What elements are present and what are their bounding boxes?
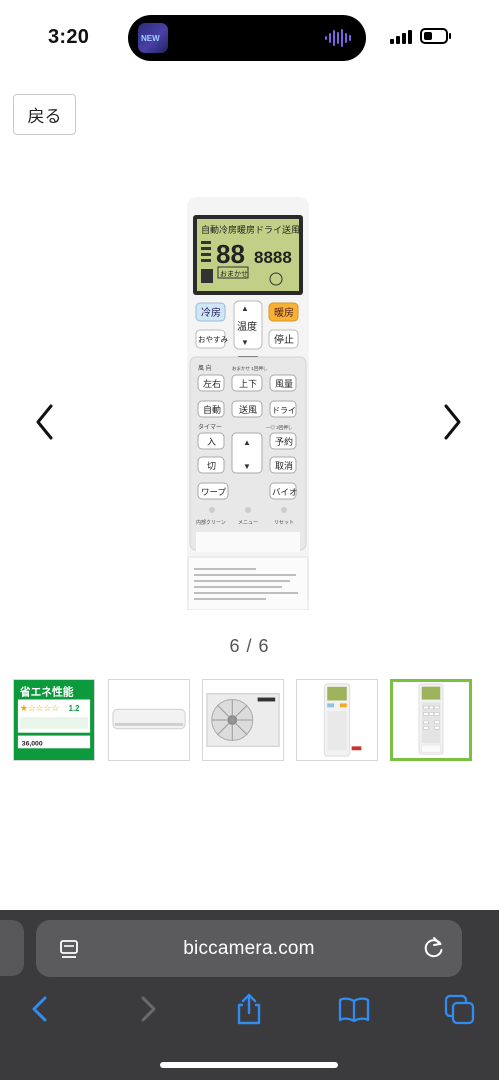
remote-stop-button: 停止 <box>274 333 294 346</box>
remote-cancel-button: 取消 <box>275 460 293 471</box>
forward-chevron-icon[interactable] <box>130 992 164 1026</box>
thumb-energy-price: 36,000 <box>22 740 43 747</box>
lcd-mode-text: 自動冷房暖房ドライ送風 <box>201 224 300 235</box>
remote-reset-label: リセット <box>274 520 294 526</box>
bookmarks-icon[interactable] <box>337 992 371 1026</box>
image-counter: 6 / 6 <box>229 636 270 656</box>
remote-direction-label: 風 向 <box>198 364 212 372</box>
remote-clean-label: 内部クリーン <box>196 519 226 526</box>
thumb-energy-title: 省エネ性能 <box>19 686 74 699</box>
svg-text:▼: ▼ <box>241 338 249 347</box>
thumbnail-remote-front[interactable] <box>296 679 378 761</box>
remote-bio-button: バイオ <box>272 487 298 497</box>
remote-volume-button: 風量 <box>275 379 293 389</box>
svg-text:▲: ▲ <box>241 304 249 313</box>
remote-dry-button: ドライ <box>272 406 296 415</box>
svg-text:▲: ▲ <box>243 438 251 447</box>
lcd-omakase: おまかせ <box>220 270 248 278</box>
artwork-text: NEW <box>141 34 160 43</box>
lcd-temp-digits: 88 <box>216 239 245 269</box>
remote-warp-button: ワープ <box>201 487 226 497</box>
remote-menu-label: メニュー <box>238 520 258 526</box>
status-time: 3:20 <box>48 26 90 48</box>
remote-updown-button: 上下 <box>239 379 257 389</box>
thumbnail-energy-label[interactable]: 省エネ性能 ★☆☆☆☆ 1.2 36,000 <box>13 679 95 761</box>
cellular-signal-icon <box>390 30 412 44</box>
lcd-clock-digits: 8888 <box>254 248 292 267</box>
browser-toolbar: biccamera.com <box>0 910 499 1080</box>
dynamic-island[interactable]: NEW <box>128 15 366 61</box>
remote-sleep-button: おやすみ <box>198 335 228 344</box>
remote-reserve-button: 予約 <box>275 436 293 447</box>
status-bar: 3:20 NEW <box>0 0 499 70</box>
remote-temp-label: 温度 <box>237 320 257 333</box>
product-image-remote: 自動冷房暖房ドライ送風 88 8888 おまかせ 冷房 暖房 ▲ 温度 ▼ おや… <box>187 197 309 610</box>
tabs-icon[interactable] <box>443 992 477 1026</box>
back-button[interactable]: 戻る <box>13 94 76 135</box>
thumb-energy-rating: 1.2 <box>69 704 81 713</box>
battery-icon <box>420 28 451 44</box>
previous-image-chevron-icon[interactable] <box>33 400 57 444</box>
previous-tab-peek[interactable] <box>0 920 24 976</box>
svg-text:▼: ▼ <box>243 462 251 471</box>
remote-timer-label: タイマー <box>198 423 222 431</box>
remote-fan-button: 送風 <box>239 404 257 415</box>
back-chevron-icon[interactable] <box>24 992 58 1026</box>
remote-leftright-button: 左右 <box>203 378 221 389</box>
thumbnail-indoor-unit[interactable] <box>108 679 190 761</box>
remote-timer-sublabel: —◎ 3回押し <box>266 424 293 431</box>
remote-cool-button: 冷房 <box>201 306 221 319</box>
next-image-chevron-icon[interactable] <box>440 400 464 444</box>
share-icon[interactable] <box>232 992 266 1026</box>
url-text: biccamera.com <box>183 938 315 959</box>
reload-icon[interactable] <box>422 936 446 960</box>
home-indicator[interactable] <box>160 1062 338 1068</box>
thumbnail-outdoor-unit[interactable] <box>202 679 284 761</box>
remote-on-button: 入 <box>207 437 216 447</box>
now-playing-artwork: NEW <box>138 23 168 53</box>
address-bar[interactable]: biccamera.com <box>36 920 462 977</box>
audio-waveform-icon <box>325 29 351 47</box>
thumbnail-remote-open-active[interactable] <box>390 679 472 761</box>
remote-direction-sublabel: おまかせ 1回押し <box>232 365 268 372</box>
remote-heat-button: 暖房 <box>274 306 294 319</box>
remote-off-button: 切 <box>207 461 216 471</box>
remote-auto-button: 自動 <box>203 404 221 415</box>
svg-text:★☆☆☆☆: ★☆☆☆☆ <box>20 703 59 713</box>
